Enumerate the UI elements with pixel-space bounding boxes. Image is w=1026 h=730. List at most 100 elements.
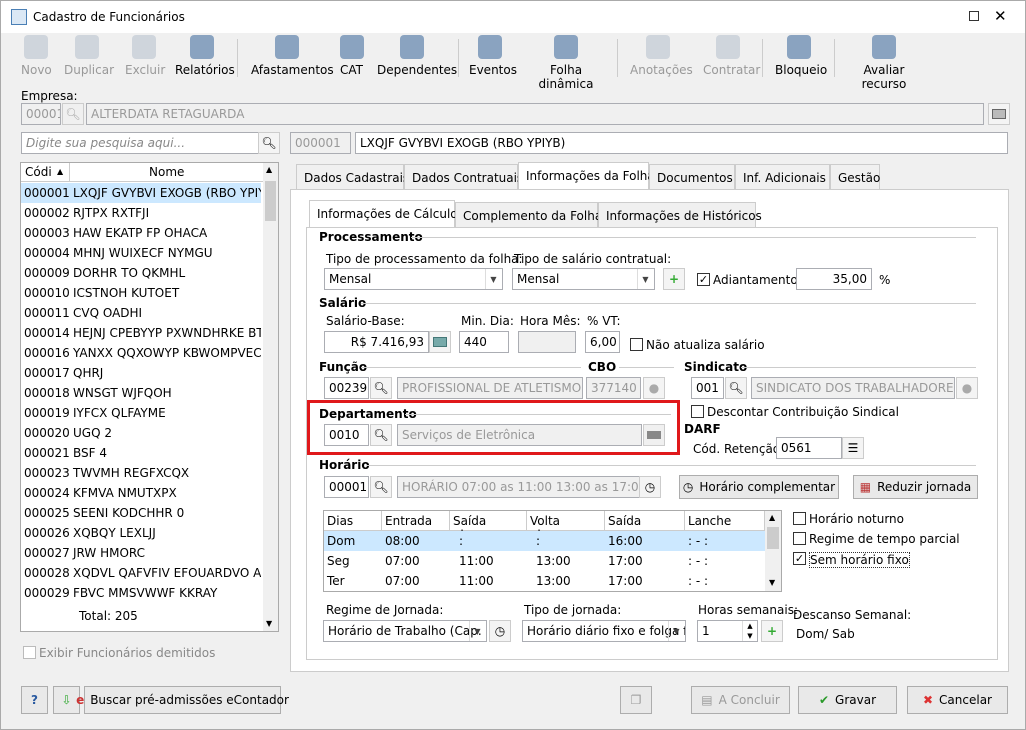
tab-gest-o[interactable]: Gestão <box>830 164 880 190</box>
list-item[interactable]: 000004 MHNJ WUIXECF NYMGU <box>21 243 261 263</box>
funcao-name-field[interactable]: PROFISSIONAL DE ATLETISMO <box>397 377 583 399</box>
cbo-code-field[interactable]: 377140 <box>586 377 641 399</box>
employee-code-field[interactable]: 000001 <box>290 132 351 154</box>
min-dia-field[interactable]: 440 <box>459 331 509 353</box>
tipo-proc-select[interactable]: Mensal <box>324 268 503 290</box>
cod-retencao-button[interactable]: ☰ <box>842 437 864 459</box>
schedule-row[interactable]: Ter 07:00 11:00 13:00 17:00: - : <box>324 571 765 591</box>
tab-informa-es-da-folha[interactable]: Informações da Folha <box>518 162 655 190</box>
tipo-jornada-select[interactable]: Horário diário fixo e folga f <box>522 620 686 642</box>
scroll-down-icon[interactable]: ▼ <box>266 619 272 628</box>
noturno-checkbox[interactable] <box>793 512 806 525</box>
list-item[interactable]: 000001 LXQJF GVYBVI EXOGB (RBO YPIYB) <box>21 183 261 203</box>
list-item[interactable]: 000018 WNSGT WJFQOH <box>21 383 261 403</box>
list-item[interactable]: 000025 SEENI KODCHHR 0 <box>21 503 261 523</box>
employee-name-field[interactable]: LXQJF GVYBVI EXOGB (RBO YPIYB) <box>355 132 1008 154</box>
close-icon[interactable]: ✕ <box>994 7 1007 25</box>
list-item[interactable]: 000029 FBVC MMSVWWF KKRAY <box>21 583 261 603</box>
tab-dados-cadastrais[interactable]: Dados Cadastrais <box>296 164 409 190</box>
tab-dados-contratuais[interactable]: Dados Contratuais <box>404 164 523 190</box>
toolbar-cat-button[interactable]: CAT <box>340 35 364 81</box>
toolbar-excluir-button[interactable]: Excluir <box>125 35 165 81</box>
funcao-code-field[interactable]: 002398 <box>324 377 369 399</box>
empresa-search-button[interactable]: 🔍︎ <box>62 103 84 125</box>
list-item[interactable]: 000010 ICSTNOH KUTOET <box>21 283 261 303</box>
list-item[interactable]: 000002 RJTPX RXTFJI <box>21 203 261 223</box>
list-item[interactable]: 000027 JRW HMORC <box>21 543 261 563</box>
list-item[interactable]: 000017 QHRJ <box>21 363 261 383</box>
cancelar-button[interactable]: ✖ Cancelar <box>907 686 1008 714</box>
empresa-card-button[interactable] <box>988 103 1010 125</box>
add-salary-type-button[interactable]: + <box>663 268 685 290</box>
gravar-button[interactable]: ✔ Gravar <box>798 686 897 714</box>
funcao-search-button[interactable]: 🔍︎ <box>370 377 392 399</box>
toolbar-duplicar-button[interactable]: Duplicar <box>64 35 114 81</box>
list-item[interactable]: 000014 HEJNJ CPEBYYP PXWNDHRKE BTB J <box>21 323 261 343</box>
horario-code-field[interactable]: 00001 <box>324 476 369 498</box>
schedule-row[interactable]: Dom 08:00:: 16:00: - : <box>324 531 765 551</box>
schedule-scrollbar[interactable]: ▲ ▼ <box>765 511 781 591</box>
scroll-up-icon[interactable]: ▲ <box>266 165 272 174</box>
departamento-search-button[interactable]: 🔍︎ <box>370 424 392 446</box>
subtab-1[interactable]: Informações de Cálculos <box>309 200 464 228</box>
list-item[interactable]: 000019 IYFCX QLFAYME <box>21 403 261 423</box>
schedule-row[interactable]: Seg 07:00 11:00 13:00 17:00: - : <box>324 551 765 571</box>
scroll-thumb[interactable] <box>767 527 779 549</box>
salario-base-field[interactable]: R$ 7.416,93 <box>324 331 429 353</box>
chevron-down-icon[interactable]: ▼ <box>469 621 485 641</box>
departamento-code-field[interactable]: 0010 <box>324 424 369 446</box>
reduzir-jornada-button[interactable]: ▦ Reduzir jornada <box>853 475 978 499</box>
scroll-up-icon[interactable]: ▲ <box>769 513 775 522</box>
vt-field[interactable]: 6,00 <box>585 331 620 353</box>
help-button[interactable]: ? <box>21 686 48 714</box>
col-code-header[interactable]: Códi <box>25 165 52 179</box>
list-scrollbar[interactable]: ▲ ▼ <box>263 163 278 631</box>
search-input[interactable]: Digite sua pesquisa aqui... <box>21 132 259 154</box>
horario-name-field[interactable]: HORÁRIO 07:00 as 11:00 13:00 as 17:00 <box>397 476 642 498</box>
restore-icon[interactable] <box>969 11 979 21</box>
subtab-2[interactable]: Complemento da Folha <box>455 202 602 228</box>
toolbar-novo-button[interactable]: Novo <box>21 35 52 81</box>
concluir-button[interactable]: ▤ A Concluir <box>691 686 790 714</box>
search-button[interactable]: 🔍︎ <box>258 132 280 154</box>
scroll-thumb[interactable] <box>265 181 276 221</box>
list-item[interactable]: 000026 XQBQY LEXLJJ <box>21 523 261 543</box>
cbo-button[interactable]: ● <box>643 377 665 399</box>
regime-clock-button[interactable]: ◷ <box>489 620 511 642</box>
toolbar-dependentes-button[interactable]: Dependentes <box>377 35 457 81</box>
chevron-down-icon[interactable]: ▼ <box>485 269 501 289</box>
adiantamento-checkbox[interactable]: ✓ <box>697 273 710 286</box>
list-item[interactable]: 000016 YANXX QQXOWYP KBWOMPVEC A <box>21 343 261 363</box>
list-item[interactable]: 000021 BSF 4 <box>21 443 261 463</box>
copy-button[interactable]: ❐ <box>620 686 652 714</box>
departamento-name-field[interactable]: Serviços de Eletrônica <box>397 424 642 446</box>
cod-retencao-field[interactable]: 0561 <box>776 437 842 459</box>
list-item[interactable]: 000028XQDVL QAFVFIV EFOUARDVO AST U <box>21 563 261 583</box>
horario-search-button[interactable]: 🔍︎ <box>370 476 392 498</box>
toolbar-afastamentos-button[interactable]: Afastamentos <box>251 35 334 81</box>
parcial-checkbox[interactable] <box>793 532 806 545</box>
tab-inf-adicionais[interactable]: Inf. Adicionais <box>735 164 830 190</box>
col-name-header[interactable]: Nome <box>149 165 184 179</box>
toolbar-relat-rios-button[interactable]: Relatórios <box>175 35 235 81</box>
sindicato-code-field[interactable]: 001 <box>691 377 724 399</box>
empresa-name-field[interactable]: ALTERDATA RETAGUARDA <box>86 103 984 125</box>
nao-atualiza-checkbox[interactable] <box>630 338 643 351</box>
toolbar-anota-es-button[interactable]: Anotações <box>630 35 693 81</box>
tab-documentos[interactable]: Documentos <box>649 164 735 190</box>
sem-fixo-checkbox[interactable]: ✓ <box>793 552 806 565</box>
list-item[interactable]: 000011 CVQ OADHI <box>21 303 261 323</box>
list-item[interactable]: 000003 HAW EKATP FP OHACA <box>21 223 261 243</box>
chevron-down-icon[interactable]: ▼ <box>668 621 684 641</box>
horario-complementar-button[interactable]: ◷ Horário complementar <box>679 475 839 499</box>
hora-mes-field[interactable] <box>518 331 576 353</box>
departamento-button[interactable] <box>643 424 665 446</box>
show-dismissed-checkbox[interactable] <box>23 646 36 659</box>
adiantamento-value[interactable]: 35,00 <box>796 268 872 290</box>
empresa-code-field[interactable]: 00001 <box>21 103 61 125</box>
subtab-3[interactable]: Informações de Históricos <box>598 202 762 228</box>
toolbar-bloqueio-button[interactable]: Bloqueio <box>775 35 827 81</box>
sindicato-button[interactable]: ● <box>956 377 978 399</box>
regime-select[interactable]: Horário de Trabalho (Cap. <box>323 620 487 642</box>
list-item[interactable]: 000023 TWVMH REGFXCQX <box>21 463 261 483</box>
